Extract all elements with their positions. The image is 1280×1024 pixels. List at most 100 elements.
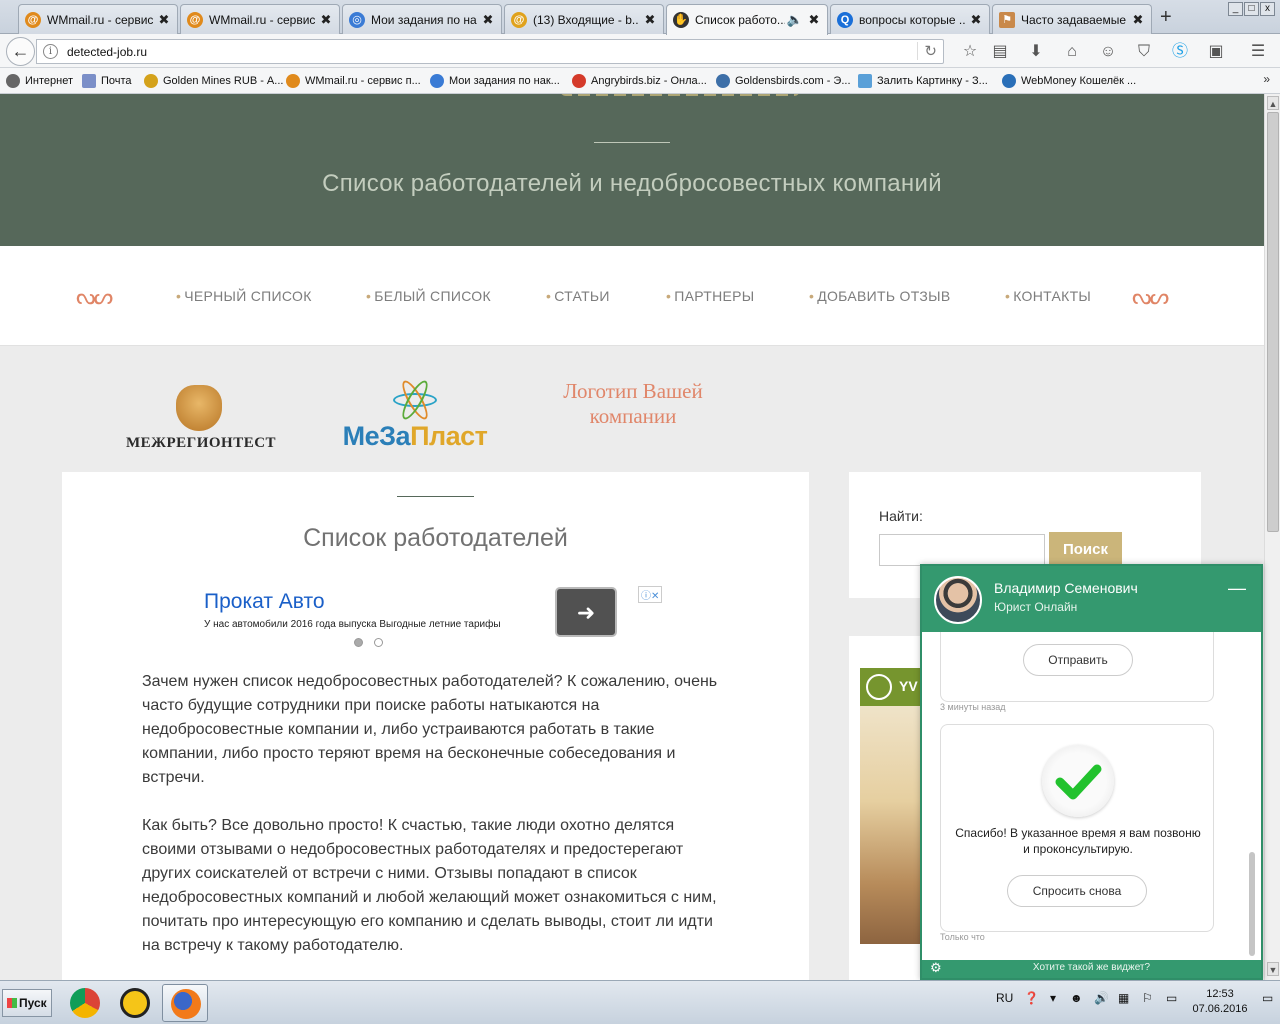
partner-name-part: Пласт: [410, 421, 488, 451]
search-button[interactable]: Поиск: [1049, 532, 1122, 568]
eagle-emblem-icon: [175, 385, 222, 431]
language-indicator[interactable]: RU: [996, 991, 1013, 1005]
browser-tab-bar: @ WMmail.ru - сервис... ✖ @ WMmail.ru - …: [0, 0, 1280, 35]
close-tab-icon[interactable]: ✖: [969, 12, 983, 28]
close-tab-icon[interactable]: ✖: [643, 12, 657, 28]
bookmark-item[interactable]: WMmail.ru - сервис п...: [286, 74, 421, 88]
taskbar-firefox[interactable]: [162, 984, 208, 1022]
chat-scrollbar[interactable]: [1249, 852, 1255, 956]
system-clock[interactable]: 12:53 07.06.2016: [1190, 987, 1250, 1017]
site-logo[interactable]: [560, 94, 800, 96]
bookmark-star-icon[interactable]: ☆: [960, 42, 980, 62]
clock-time: 12:53: [1206, 988, 1234, 1000]
menu-item-contacts[interactable]: • КОНТАКТЫ: [1005, 288, 1091, 304]
search-input[interactable]: [879, 534, 1045, 566]
menu-item-white-list[interactable]: • БЕЛЫЙ СПИСОК: [366, 288, 491, 304]
close-window-button[interactable]: x: [1260, 2, 1275, 16]
partner-logo-mezaplast[interactable]: МеЗаПласт: [340, 377, 490, 452]
ask-again-button[interactable]: Спросить снова: [1007, 875, 1147, 907]
home-icon[interactable]: ⌂: [1062, 42, 1082, 62]
show-desktop-icon[interactable]: ▭: [1262, 991, 1273, 1005]
tray-expand-icon[interactable]: ▾: [1050, 991, 1056, 1005]
tray-app-icon[interactable]: ☻: [1070, 991, 1083, 1005]
close-tab-icon[interactable]: ✖: [807, 12, 821, 28]
taskbar-cyberghost[interactable]: [112, 984, 158, 1022]
menu-item-articles[interactable]: • СТАТЬИ: [546, 288, 610, 304]
bookmark-item[interactable]: WebMoney Кошелёк ...: [1002, 74, 1136, 88]
speaker-icon[interactable]: 🔈: [787, 12, 803, 28]
flag-tray-icon[interactable]: ⚐: [1142, 991, 1153, 1005]
windows-taskbar: Пуск RU ❓ ▾ ☻ 🔊 ▦ ⚐ ▭ 12:53 07.06.2016 ▭: [0, 980, 1280, 1024]
tab-favicon-icon: @: [25, 11, 41, 28]
chat-header[interactable]: Владимир Семенович Юрист Онлайн —: [922, 566, 1261, 632]
taskbar-chrome[interactable]: [62, 984, 108, 1022]
browser-tab[interactable]: @ WMmail.ru - сервис... ✖: [180, 4, 340, 34]
downloads-icon[interactable]: ⬇: [1026, 42, 1046, 62]
site-tagline: Список работодателей и недобросовестных …: [322, 170, 942, 197]
ad-title[interactable]: Прокат Авто: [204, 590, 325, 614]
menu-item-label: СТАТЬИ: [554, 288, 610, 304]
partner-logo-placeholder[interactable]: Логотип Вашей компании: [560, 379, 706, 429]
menu-item-add-review[interactable]: • ДОБАВИТЬ ОТЗЫВ: [809, 288, 951, 304]
browser-tab-active[interactable]: ✋ Список работо... 🔈 ✖: [666, 4, 828, 35]
bookmark-item[interactable]: Angrybirds.biz - Онла...: [572, 74, 707, 88]
ad-banner[interactable]: Прокат Авто У нас автомобили 2016 года в…: [202, 584, 670, 647]
ad-choices-icon[interactable]: ⓘ✕: [638, 586, 663, 603]
bookmark-item[interactable]: Goldensbirds.com - Э...: [716, 74, 851, 88]
scroll-up-icon[interactable]: ▲: [1267, 96, 1279, 110]
avatar: [934, 576, 982, 624]
url-text[interactable]: detected-job.ru: [67, 45, 147, 59]
bookmark-item[interactable]: Почта: [82, 74, 132, 88]
ad-arrow-button[interactable]: ➜: [555, 587, 617, 637]
page-scrollbar[interactable]: ▲ ▼: [1264, 94, 1280, 980]
maximize-window-button[interactable]: □: [1244, 2, 1259, 16]
ad-pager-dot[interactable]: [354, 638, 363, 647]
widget-promo-link[interactable]: Хотите такой же виджет?: [922, 962, 1261, 973]
tab-favicon-icon: ◎: [349, 11, 365, 28]
bookmark-label: Angrybirds.biz - Онла...: [591, 75, 707, 87]
send-button[interactable]: Отправить: [1023, 644, 1133, 676]
bookmarks-overflow-button[interactable]: »: [1263, 72, 1270, 86]
address-bar[interactable]: i detected-job.ru ↻: [36, 39, 944, 64]
close-tab-icon[interactable]: ✖: [319, 12, 333, 28]
pocket-icon[interactable]: ⛉: [1134, 42, 1154, 62]
back-button[interactable]: ←: [6, 37, 35, 66]
minimize-window-button[interactable]: _: [1228, 2, 1243, 16]
browser-tab[interactable]: ◎ Мои задания по на... ✖: [342, 4, 502, 34]
extension-icon[interactable]: ▣: [1206, 42, 1226, 62]
bookmark-label: Залить Картинку - З...: [877, 75, 988, 87]
browser-tab[interactable]: Q вопросы которые ... ✖: [830, 4, 990, 34]
site-info-icon[interactable]: i: [43, 44, 58, 59]
bookmark-favicon-icon: [572, 74, 586, 88]
menu-item-black-list[interactable]: • ЧЕРНЫЙ СПИСОК: [176, 288, 312, 304]
scroll-down-icon[interactable]: ▼: [1267, 962, 1279, 976]
start-button[interactable]: Пуск: [2, 989, 52, 1017]
ad-pager: [354, 634, 394, 652]
browser-tab[interactable]: @ (13) Входящие - b... ✖: [504, 4, 664, 34]
close-tab-icon[interactable]: ✖: [157, 12, 171, 28]
close-tab-icon[interactable]: ✖: [481, 12, 495, 28]
browser-tab[interactable]: ⚑ Часто задаваемые... ✖: [992, 4, 1152, 34]
bookmarks-list-icon[interactable]: ▤: [990, 42, 1010, 62]
scrollbar-thumb[interactable]: [1267, 112, 1279, 532]
minimize-chat-button[interactable]: —: [1228, 578, 1246, 599]
bookmark-item[interactable]: Залить Картинку - З...: [858, 74, 988, 88]
reload-icon[interactable]: ↻: [917, 42, 937, 60]
volume-icon[interactable]: 🔊: [1094, 991, 1109, 1005]
bookmark-item[interactable]: Мои задания по нак...: [430, 74, 560, 88]
browser-tab[interactable]: @ WMmail.ru - сервис... ✖: [18, 4, 178, 34]
bookmark-item[interactable]: Интернет: [6, 74, 73, 88]
chat-message-bubble: Спасибо! В указанное время я вам позвоню…: [940, 724, 1214, 932]
network-icon[interactable]: ▦: [1118, 991, 1129, 1005]
display-tray-icon[interactable]: ▭: [1166, 991, 1177, 1005]
partner-logo-mezhregiontest[interactable]: МЕЖРЕГИОНТЕСТ: [126, 385, 276, 452]
help-icon[interactable]: ❓: [1024, 991, 1039, 1005]
close-tab-icon[interactable]: ✖: [1131, 12, 1145, 28]
skype-icon[interactable]: Ⓢ: [1170, 42, 1190, 62]
menu-icon[interactable]: ☰: [1248, 42, 1268, 62]
menu-item-partners[interactable]: • ПАРТНЕРЫ: [666, 288, 754, 304]
chat-smile-icon[interactable]: ☺: [1098, 42, 1118, 62]
ad-pager-dot[interactable]: [374, 638, 383, 647]
new-tab-button[interactable]: +: [1160, 6, 1172, 29]
bookmark-item[interactable]: Golden Mines RUB - А...: [144, 74, 283, 88]
